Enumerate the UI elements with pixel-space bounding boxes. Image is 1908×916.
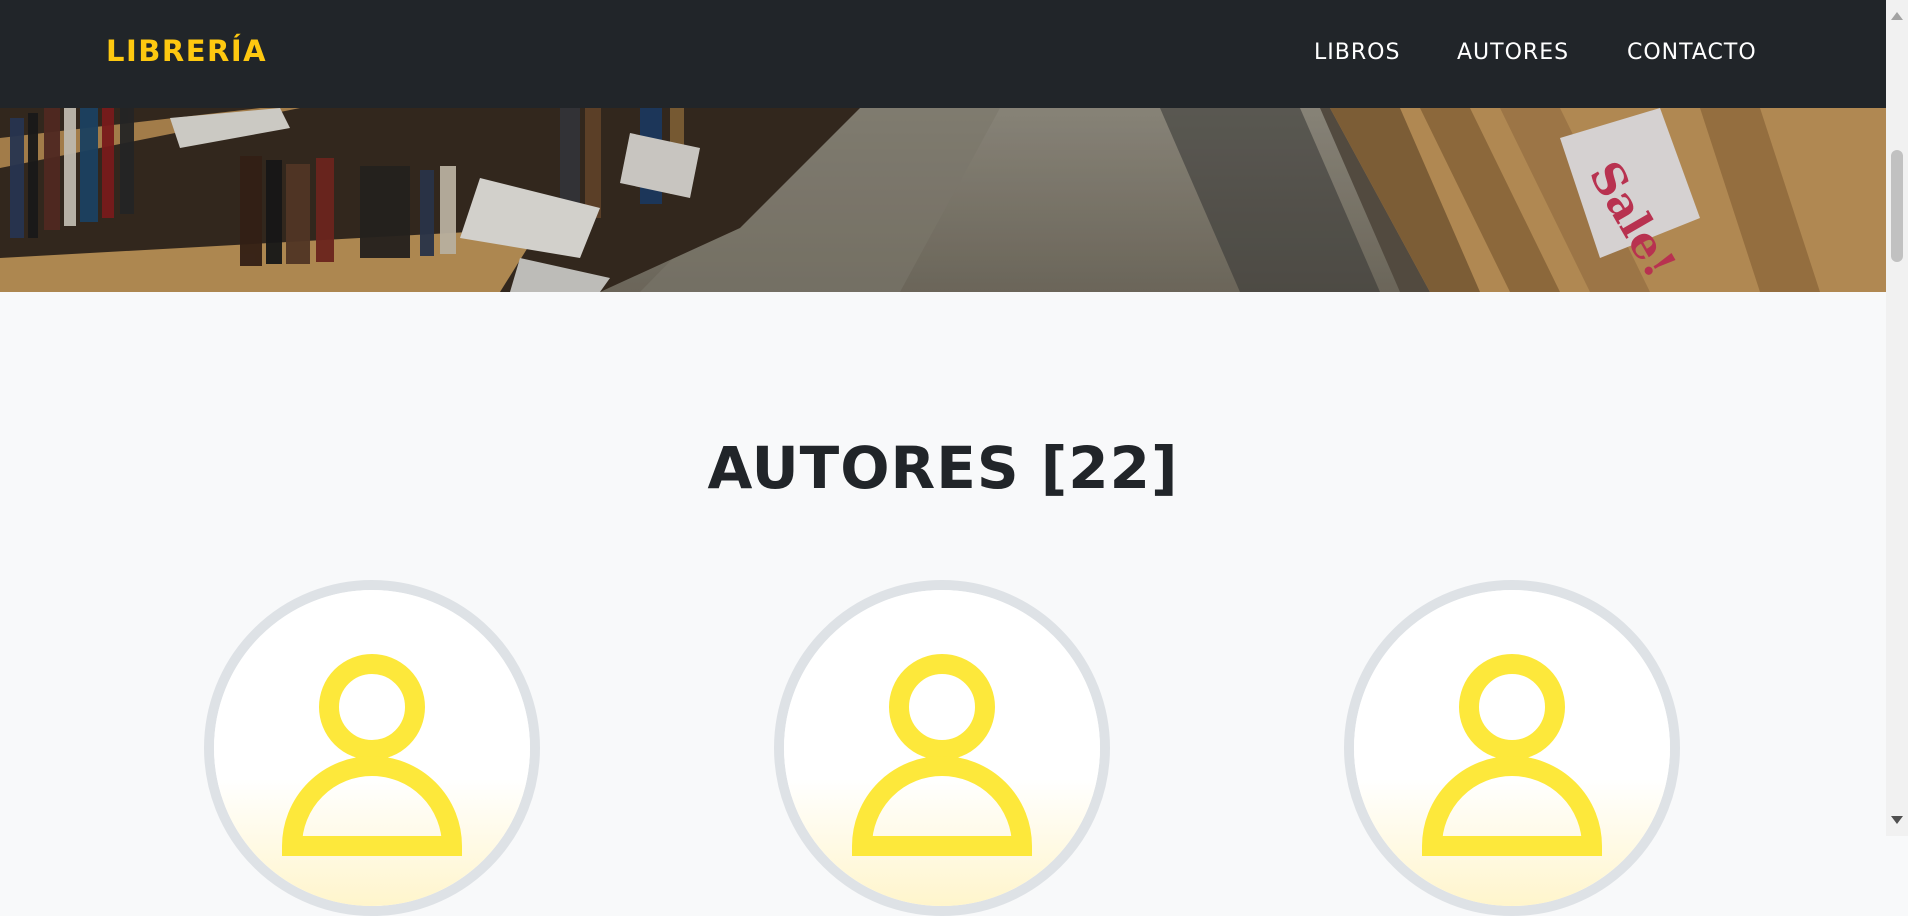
user-icon: [214, 590, 530, 906]
user-icon: [784, 590, 1100, 906]
brand-logo-link[interactable]: LIBRERÍA: [106, 34, 267, 68]
hero-banner: Sale!: [0, 108, 1886, 292]
page-title: AUTORES [22]: [707, 434, 1179, 502]
nav-link-libros[interactable]: LIBROS: [1314, 40, 1400, 65]
author-avatar[interactable]: [1344, 580, 1680, 916]
author-avatar[interactable]: [774, 580, 1110, 916]
user-icon: [1354, 590, 1670, 906]
author-avatar[interactable]: [204, 580, 540, 916]
page-scrollbar[interactable]: [1886, 0, 1908, 836]
nav-link-autores[interactable]: AUTORES: [1457, 40, 1569, 65]
scrollbar-thumb[interactable]: [1891, 150, 1903, 262]
bookstore-shelves-image: Sale!: [0, 108, 1886, 292]
navbar: LIBRERÍA LIBROS AUTORES CONTACTO: [0, 0, 1886, 108]
scroll-down-arrow-icon[interactable]: [1891, 816, 1903, 824]
scroll-up-arrow-icon[interactable]: [1891, 12, 1903, 20]
nav-link-contacto[interactable]: CONTACTO: [1627, 40, 1757, 65]
